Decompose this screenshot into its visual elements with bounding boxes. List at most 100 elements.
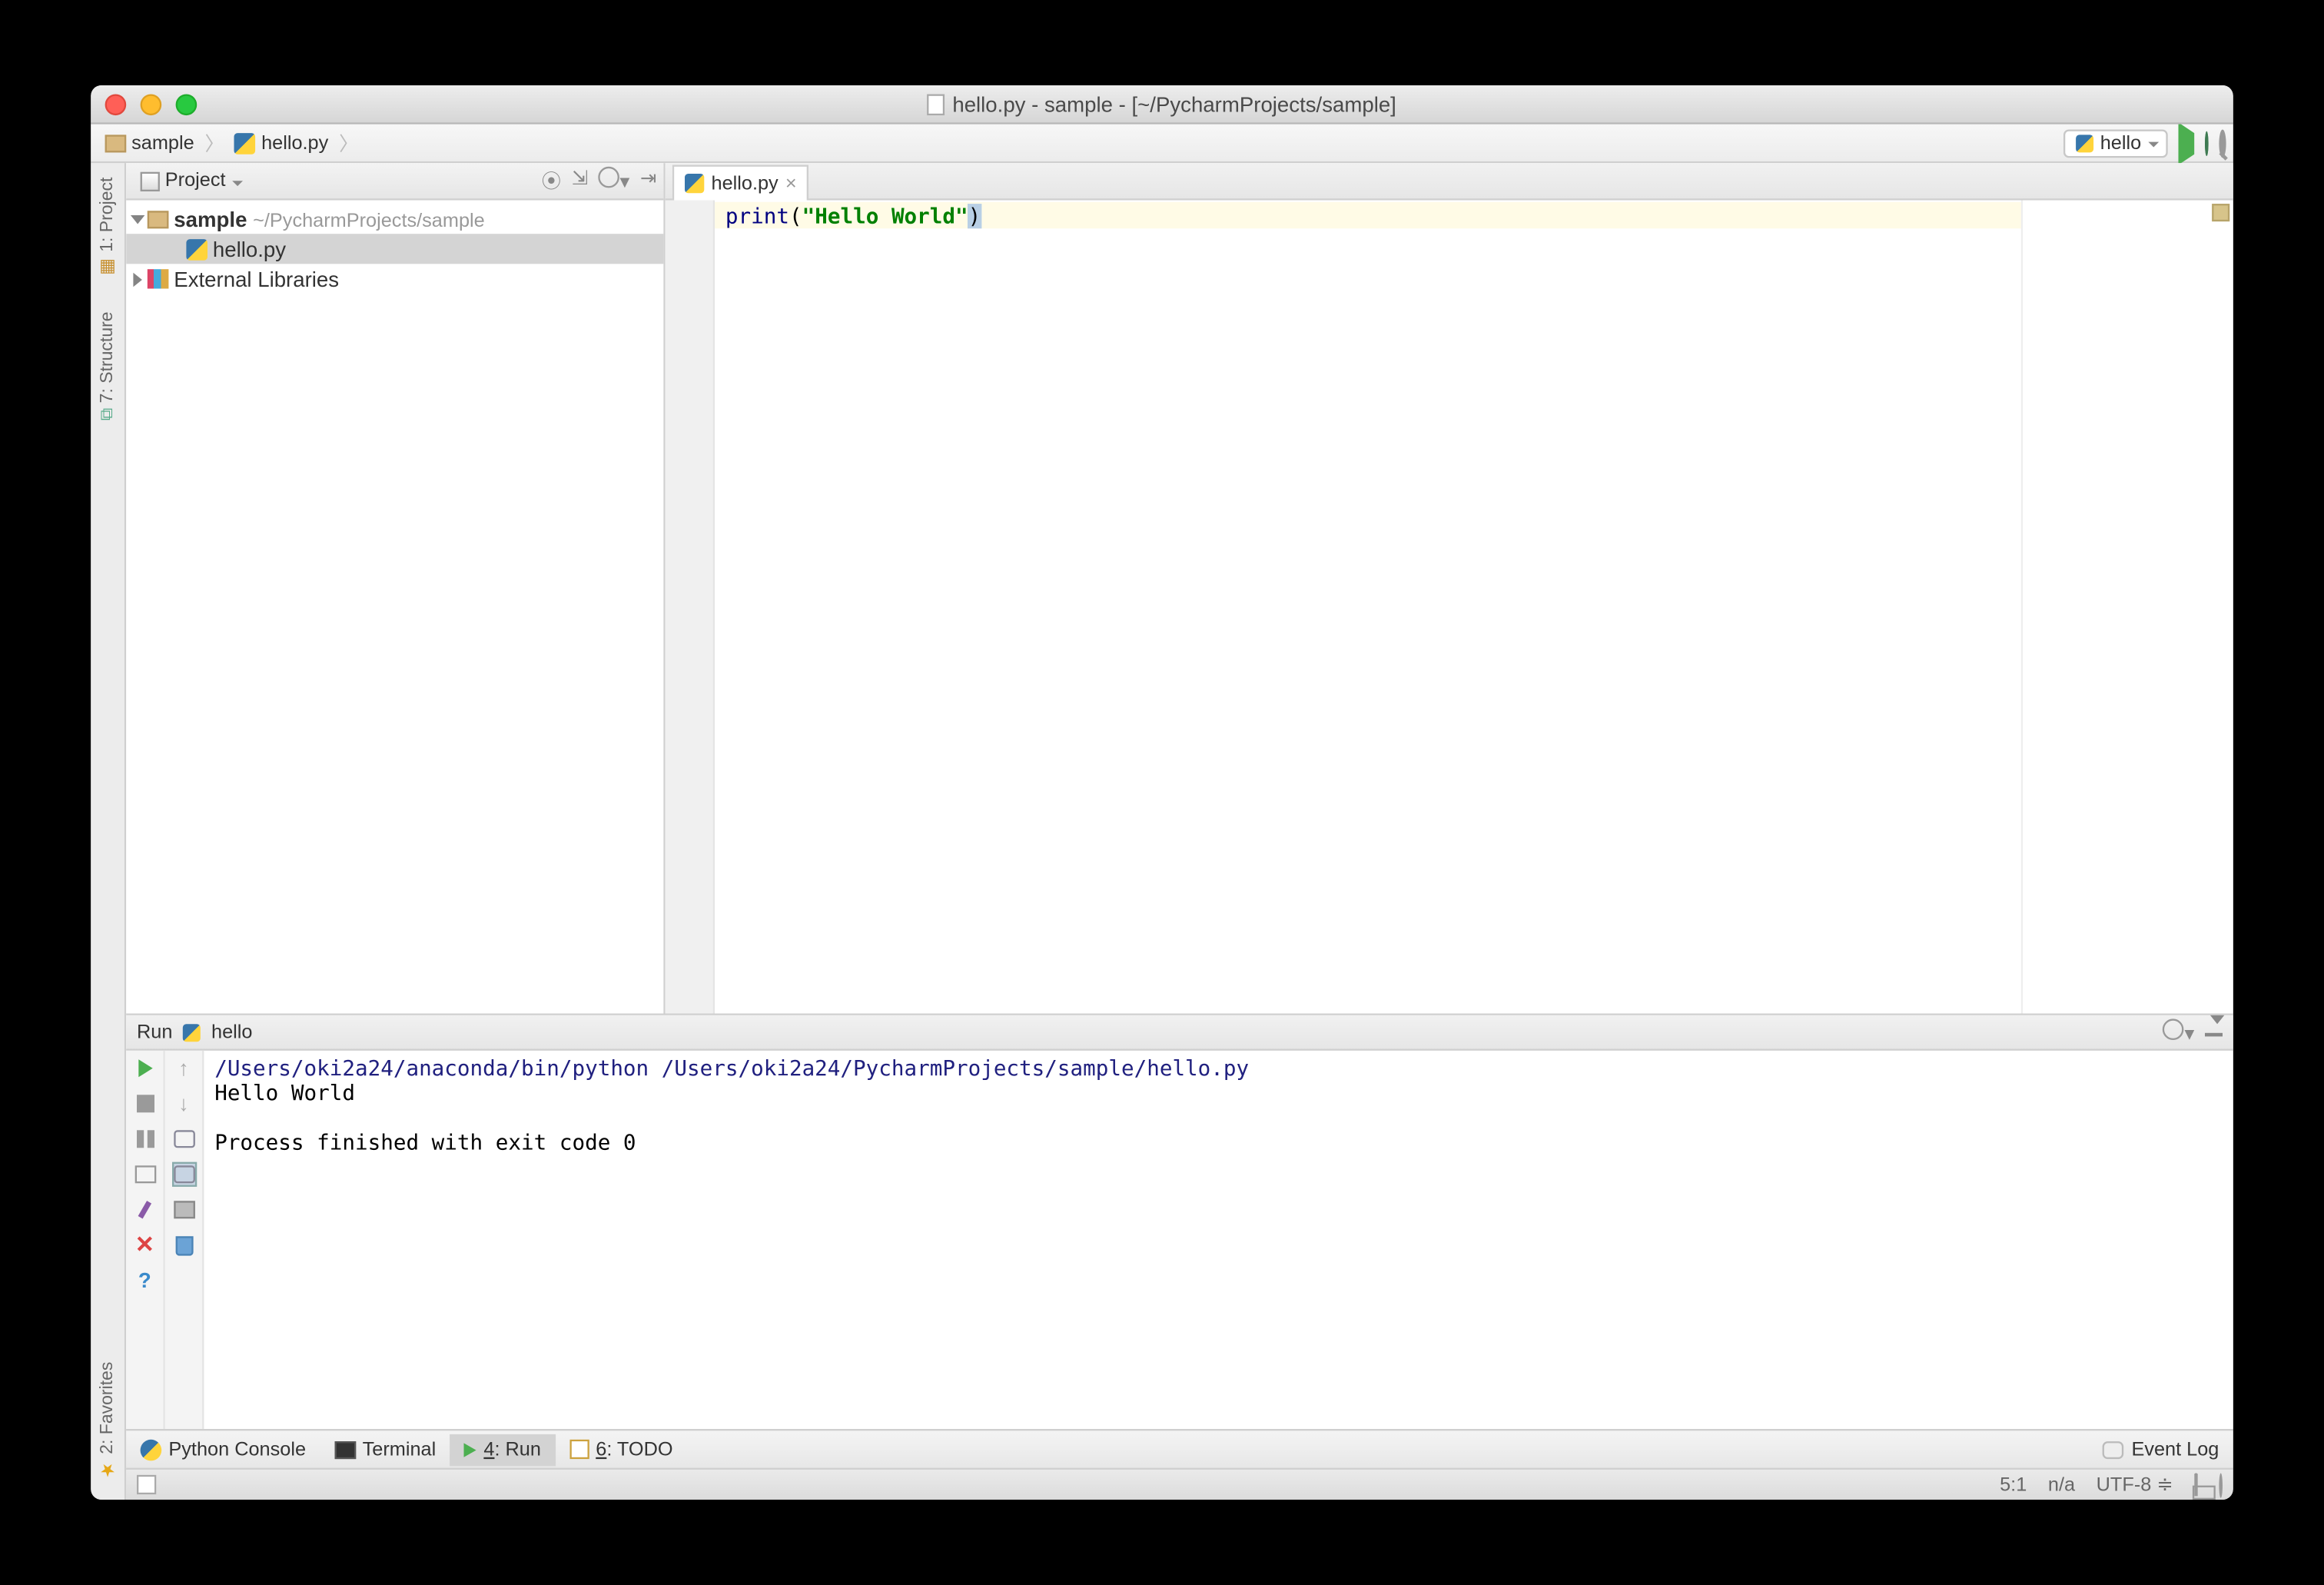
restore-layout-button[interactable]: [132, 1162, 157, 1187]
folder-icon: [105, 134, 127, 151]
breadcrumb-hello-py[interactable]: hello.py: [227, 131, 335, 155]
inspection-profile[interactable]: [2219, 1474, 2223, 1496]
debug-button[interactable]: [2205, 132, 2209, 154]
event-log-tab[interactable]: Event Log: [2089, 1434, 2233, 1465]
soft-wrap-button[interactable]: [171, 1127, 196, 1151]
run-toolbar-secondary: ↑ ↓: [165, 1051, 204, 1429]
clear-all-button[interactable]: [171, 1233, 196, 1258]
project-view-icon: [141, 171, 160, 191]
rerun-button[interactable]: [132, 1056, 157, 1081]
disclosure-triangle-icon[interactable]: [133, 272, 142, 286]
status-bar: 5:1 n/a UTF-8 ≑: [126, 1468, 2233, 1500]
inspection-marker-icon[interactable]: [2212, 204, 2229, 221]
tree-label: External Libraries: [174, 267, 339, 291]
close-window-icon[interactable]: [105, 93, 127, 115]
python-icon: [2076, 134, 2093, 151]
run-tab[interactable]: 4: Run: [450, 1434, 556, 1465]
zoom-window-icon[interactable]: [176, 93, 198, 115]
project-tree[interactable]: sample ~/PycharmProjects/sample hello.py…: [126, 201, 663, 1014]
python-file-icon: [685, 174, 704, 193]
up-stack-button[interactable]: ↑: [171, 1056, 196, 1081]
python-icon: [183, 1023, 201, 1041]
run-panel-header: Run hello ▾: [126, 1015, 2233, 1051]
editor-error-stripe[interactable]: [2021, 201, 2233, 1014]
run-config-name: hello: [211, 1022, 252, 1043]
pause-button[interactable]: [132, 1127, 157, 1151]
breadcrumb-label: hello.py: [261, 132, 328, 154]
breadcrumb: sample 〉 hello.py 〉: [98, 128, 358, 157]
scroll-to-end-button[interactable]: [171, 1162, 196, 1187]
cursor-position[interactable]: 5:1: [2000, 1474, 2027, 1496]
run-configuration-dropdown[interactable]: hello: [2063, 128, 2167, 157]
hector-icon: [2219, 1472, 2223, 1497]
close-tab-button[interactable]: ✕: [132, 1233, 157, 1258]
terminal-icon: [334, 1440, 356, 1458]
terminal-tab[interactable]: Terminal: [320, 1434, 450, 1465]
editor-gutter[interactable]: [666, 201, 715, 1014]
down-stack-button[interactable]: ↓: [171, 1092, 196, 1116]
left-tool-strip: ▦ 1: Project ⧉ 7: Structure ★ 2: Favorit…: [91, 163, 126, 1500]
play-icon: [464, 1442, 476, 1456]
file-encoding[interactable]: UTF-8 ≑: [2097, 1474, 2173, 1497]
todo-icon: [569, 1440, 589, 1459]
python-file-icon: [235, 132, 257, 154]
scroll-from-source-button[interactable]: ⦿: [542, 167, 561, 195]
readonly-toggle[interactable]: [2194, 1474, 2198, 1496]
play-icon: [2179, 121, 2195, 164]
project-view-label: Project: [165, 170, 226, 191]
chevron-right-icon: 〉: [339, 128, 358, 157]
run-console-output[interactable]: /Users/oki2a24/anaconda/bin/python /User…: [204, 1051, 2233, 1429]
stop-button[interactable]: [132, 1092, 157, 1116]
main-body: ▦ 1: Project ⧉ 7: Structure ★ 2: Favorit…: [91, 163, 2233, 1500]
insert-mode[interactable]: n/a: [2048, 1474, 2075, 1496]
close-tab-icon[interactable]: ×: [785, 173, 797, 194]
event-log-icon: [2103, 1440, 2125, 1458]
bottom-tool-tabs: Python Console Terminal 4: Run 6: TODO E…: [126, 1429, 2233, 1468]
traffic-lights: [91, 93, 197, 115]
disclosure-triangle-icon[interactable]: [131, 214, 144, 224]
window-title: hello.py - sample - [~/PycharmProjects/s…: [91, 91, 2233, 116]
gear-icon: [599, 167, 620, 188]
hide-run-button[interactable]: [2205, 1018, 2223, 1045]
ide-window: hello.py - sample - [~/PycharmProjects/s…: [91, 85, 2233, 1500]
settings-button[interactable]: ▾: [599, 167, 629, 195]
minimize-window-icon[interactable]: [141, 93, 162, 115]
editor-code-area[interactable]: print("Hello World"): [715, 201, 2021, 1014]
project-tool-tab[interactable]: ▦ 1: Project: [95, 163, 121, 291]
chevron-right-icon: 〉: [204, 128, 224, 157]
search-icon: [2219, 128, 2226, 157]
todo-tab[interactable]: 6: TODO: [555, 1434, 687, 1465]
lock-icon: [2194, 1472, 2198, 1495]
pin-tab-button[interactable]: [132, 1198, 157, 1222]
tab-label: hello.py: [712, 173, 779, 194]
collapse-all-button[interactable]: ⇲: [572, 167, 588, 195]
tree-project-root[interactable]: sample ~/PycharmProjects/sample: [126, 204, 663, 234]
run-toolbar-primary: ✕ ?: [126, 1051, 165, 1429]
run-config-label: hello: [2100, 132, 2141, 154]
tool-window-toggle-icon[interactable]: [137, 1475, 156, 1494]
breadcrumb-label: sample: [131, 132, 194, 154]
tree-external-libraries[interactable]: External Libraries: [126, 264, 663, 294]
breadcrumb-sample[interactable]: sample: [98, 131, 201, 155]
python-console-tab[interactable]: Python Console: [126, 1434, 320, 1465]
run-header-label: Run: [137, 1022, 172, 1043]
run-tool-window: Run hello ▾ ✕: [126, 1014, 2233, 1430]
run-button[interactable]: [2179, 132, 2195, 154]
run-settings-button[interactable]: ▾: [2163, 1018, 2194, 1045]
help-button[interactable]: ?: [132, 1268, 157, 1293]
project-view-dropdown[interactable]: Project: [133, 168, 247, 193]
folder-icon: [148, 210, 169, 228]
library-icon: [148, 269, 169, 288]
tree-file-hello-py[interactable]: hello.py: [126, 234, 663, 264]
bug-icon: [2205, 131, 2209, 155]
search-everywhere-button[interactable]: [2219, 132, 2226, 154]
project-panel-header: Project ⦿ ⇲ ▾ ⇥: [126, 163, 663, 200]
favorites-tool-tab[interactable]: ★ 2: Favorites: [95, 1347, 121, 1493]
print-button[interactable]: [171, 1198, 196, 1222]
editor-tab-hello-py[interactable]: hello.py ×: [672, 165, 809, 201]
hide-button[interactable]: ⇥: [640, 167, 656, 195]
python-console-icon: [141, 1439, 162, 1460]
editor-tabs: hello.py ×: [666, 163, 2233, 200]
structure-tool-tab[interactable]: ⧉ 7: Structure: [94, 297, 122, 435]
titlebar: hello.py - sample - [~/PycharmProjects/s…: [91, 85, 2233, 125]
